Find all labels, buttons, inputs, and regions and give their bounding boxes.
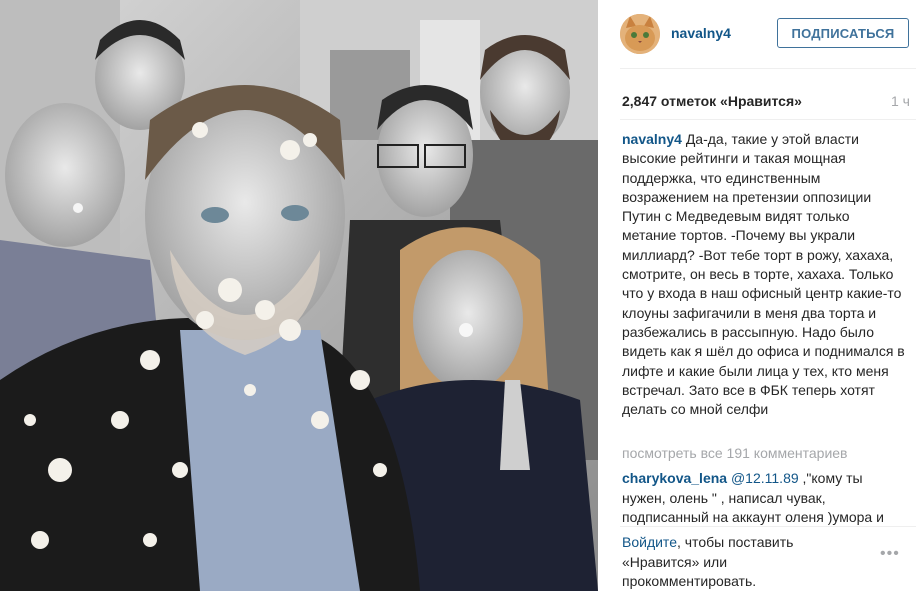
likes-count[interactable]: 2,847 отметок «Нравится» <box>622 93 802 109</box>
caption-text: Да-да, такие у этой власти высокие рейти… <box>622 131 905 418</box>
follow-button[interactable]: ПОДПИСАТЬСЯ <box>777 18 909 48</box>
selfie-image <box>0 0 598 591</box>
login-prompt: Войдите, чтобы поставить «Нравится» или … <box>622 533 862 591</box>
more-options-icon[interactable]: ••• <box>880 545 900 563</box>
post-sidebar: navalny4 ПОДПИСАТЬСЯ 2,847 отметок «Нрав… <box>598 0 916 591</box>
header-divider <box>620 68 916 69</box>
caption-author-link[interactable]: navalny4 <box>622 131 682 147</box>
comments-divider <box>620 526 916 527</box>
cat-avatar-icon <box>620 14 660 54</box>
comment-mention[interactable]: @12.11.89 <box>731 470 799 486</box>
comment-author-link[interactable]: charykova_lena <box>622 470 727 486</box>
post-time-ago[interactable]: 1 ч <box>891 93 910 109</box>
post-photo[interactable] <box>0 0 598 591</box>
likes-divider <box>620 119 916 120</box>
user-avatar[interactable] <box>620 14 660 54</box>
view-all-comments-link[interactable]: посмотреть все 191 комментариев <box>622 445 848 461</box>
login-link[interactable]: Войдите <box>622 534 677 550</box>
comment-item: charykova_lena @12.11.89 ,"кому ты нужен… <box>622 469 906 528</box>
post-username-link[interactable]: navalny4 <box>671 25 731 41</box>
post-caption: navalny4 Да-да, такие у этой власти высо… <box>622 130 906 419</box>
